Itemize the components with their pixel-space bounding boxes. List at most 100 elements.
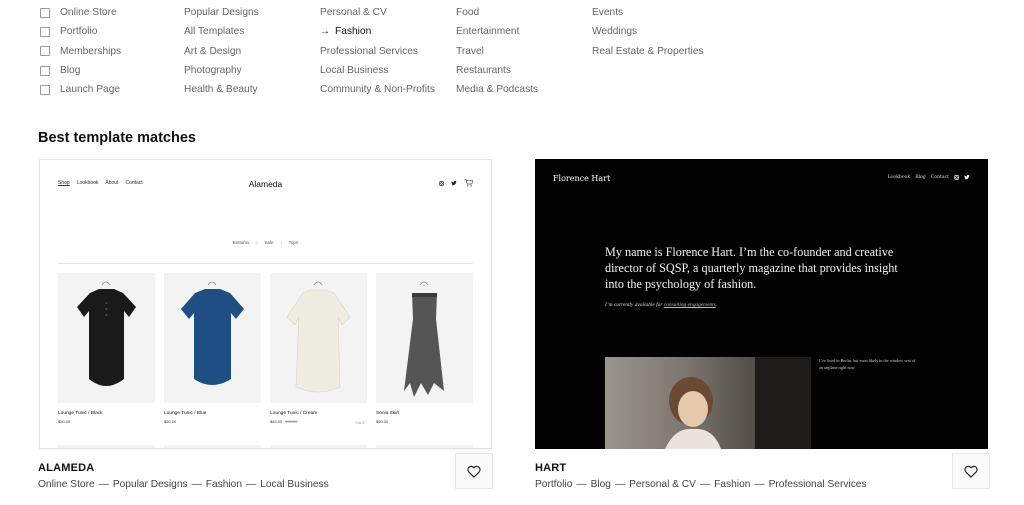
product-name: Sonia Skirt [376,411,400,416]
product-card: Lounge Tunic / Black $50.00 [58,273,155,424]
separator: — [246,479,257,490]
garment-image [181,281,244,385]
product-card: Lounge Tunic / Blue $50.00 [164,273,261,424]
checkbox[interactable] [40,65,50,76]
product-card: Lounge Tunic / Cream $45.00 $68.00 SALE [270,273,367,425]
product-image-placeholder [376,445,473,448]
instagram-icon [439,180,444,186]
product-image [376,273,473,403]
preview-photo [605,357,811,449]
favorite-button[interactable] [952,453,990,489]
filter-portfolio[interactable]: Portfolio [40,22,121,41]
topic-link[interactable]: Photography [184,61,259,80]
filter-label: Memberships [60,45,122,57]
filter-online-store[interactable]: Online Store [40,3,121,22]
availability-text: I’m currently available for [605,302,663,308]
heart-icon [964,465,978,478]
topic-link[interactable]: Food [456,3,538,22]
topic-link[interactable]: Health & Beauty [184,80,259,99]
tag: Fashion [714,479,751,490]
separator: — [191,479,202,490]
preview-nav-item: Lookbook [887,175,911,180]
topic-label: Photography [184,65,242,77]
separator: — [576,479,587,490]
separator: — [699,479,711,490]
preview-category: Tops [288,240,299,245]
preview-intro: My name is Florence Hart. I’m the co-fou… [605,245,898,291]
topic-list-3: Food Entertainment Travel Restaurants Me… [456,3,538,99]
topic-link[interactable]: Media & Podcasts [456,80,538,99]
twitter-icon [451,180,457,185]
preview-category: Sale [264,240,274,245]
topic-label: Food [456,7,480,19]
preview-brand: Florence Hart [553,174,611,183]
product-card: Sonia Skirt $50.00 [376,273,473,424]
filter-launch-page[interactable]: Launch Page [40,80,121,99]
topic-link[interactable]: Weddings [592,22,704,41]
preview-side-text: I’ve lived in Berlin, but most likely in… [819,358,916,370]
checkbox[interactable] [40,46,50,57]
template-name[interactable]: HART [535,462,566,474]
product-price: $50.00 [376,419,473,424]
product-name: Lounge Tunic / Blue [164,411,207,416]
topic-link[interactable]: Community & Non-Profits [320,80,435,99]
tag: Fashion [205,479,243,490]
product-image [58,273,155,403]
topic-label: All Templates [184,26,245,38]
topic-link[interactable]: Real Estate & Properties [592,42,704,61]
topic-label: Weddings [592,26,638,38]
product-price: $50.00 [164,419,261,424]
topic-link[interactable]: Events [592,3,704,22]
topic-link[interactable]: Local Business [320,61,435,80]
portrait-image [605,357,811,449]
template-tags: Portfolio — Blog — Personal & CV — Fashion —… [535,479,867,490]
topic-link[interactable]: Restaurants [456,61,538,80]
hart-template-preview[interactable]: Florence Hart Lookbook Blog Contact My n… [535,159,988,449]
preview-nav-item: Blog [915,175,926,180]
product-image-placeholder [58,445,155,448]
divider [58,263,473,264]
favorite-button[interactable] [455,453,493,489]
topic-label: Real Estate & Properties [592,45,704,57]
sale-badge: SALE [355,421,365,425]
topic-link-selected[interactable]: → Fashion [320,22,435,41]
product-image [164,273,261,403]
topic-list-4: Events Weddings Real Estate & Properties [592,3,704,61]
filter-memberships[interactable]: Memberships [40,42,121,61]
topic-label: Travel [456,45,484,57]
topic-link[interactable]: Professional Services [320,42,435,61]
preview-availability: I’m currently available for consulting e… [605,302,717,308]
topic-link[interactable]: Personal & CV [320,3,435,22]
topic-label: Professional Services [320,45,418,57]
garment-image [286,281,351,393]
product-image [270,273,367,403]
preview-category: Bottoms [232,240,250,245]
topic-link[interactable]: All Templates [184,22,259,41]
product-image-placeholder [164,445,261,448]
topic-link[interactable]: Travel [456,42,538,61]
separator: | [280,240,282,245]
template-name[interactable]: ALAMEDA [38,462,94,474]
topic-label: Restaurants [456,65,511,77]
price: $50.00 [58,419,71,424]
original-price: $68.00 [285,419,298,424]
cart-icon [464,179,473,187]
checkbox[interactable] [40,26,50,37]
checkbox[interactable] [40,7,50,18]
separator: — [98,479,109,490]
topic-link[interactable]: Popular Designs [184,3,259,22]
topic-link[interactable]: Entertainment [456,22,538,41]
filter-blog[interactable]: Blog [40,61,121,80]
alameda-template-preview[interactable]: Shop Lookbook About Contact Alameda Bott… [39,159,492,449]
topic-link[interactable]: Art & Design [184,42,259,61]
availability-suffix: . [715,302,718,308]
product-name: Lounge Tunic / Cream [270,411,318,416]
topic-label: Events [592,7,624,19]
preview-icons [439,179,473,187]
topic-label: Community & Non-Profits [320,84,435,96]
garment-image [77,281,136,386]
preview-brand: Alameda [248,179,283,189]
checkbox[interactable] [40,84,50,95]
tag: Portfolio [535,479,573,490]
template-tags: Online Store — Popular Designs — Fashion — … [38,479,329,490]
